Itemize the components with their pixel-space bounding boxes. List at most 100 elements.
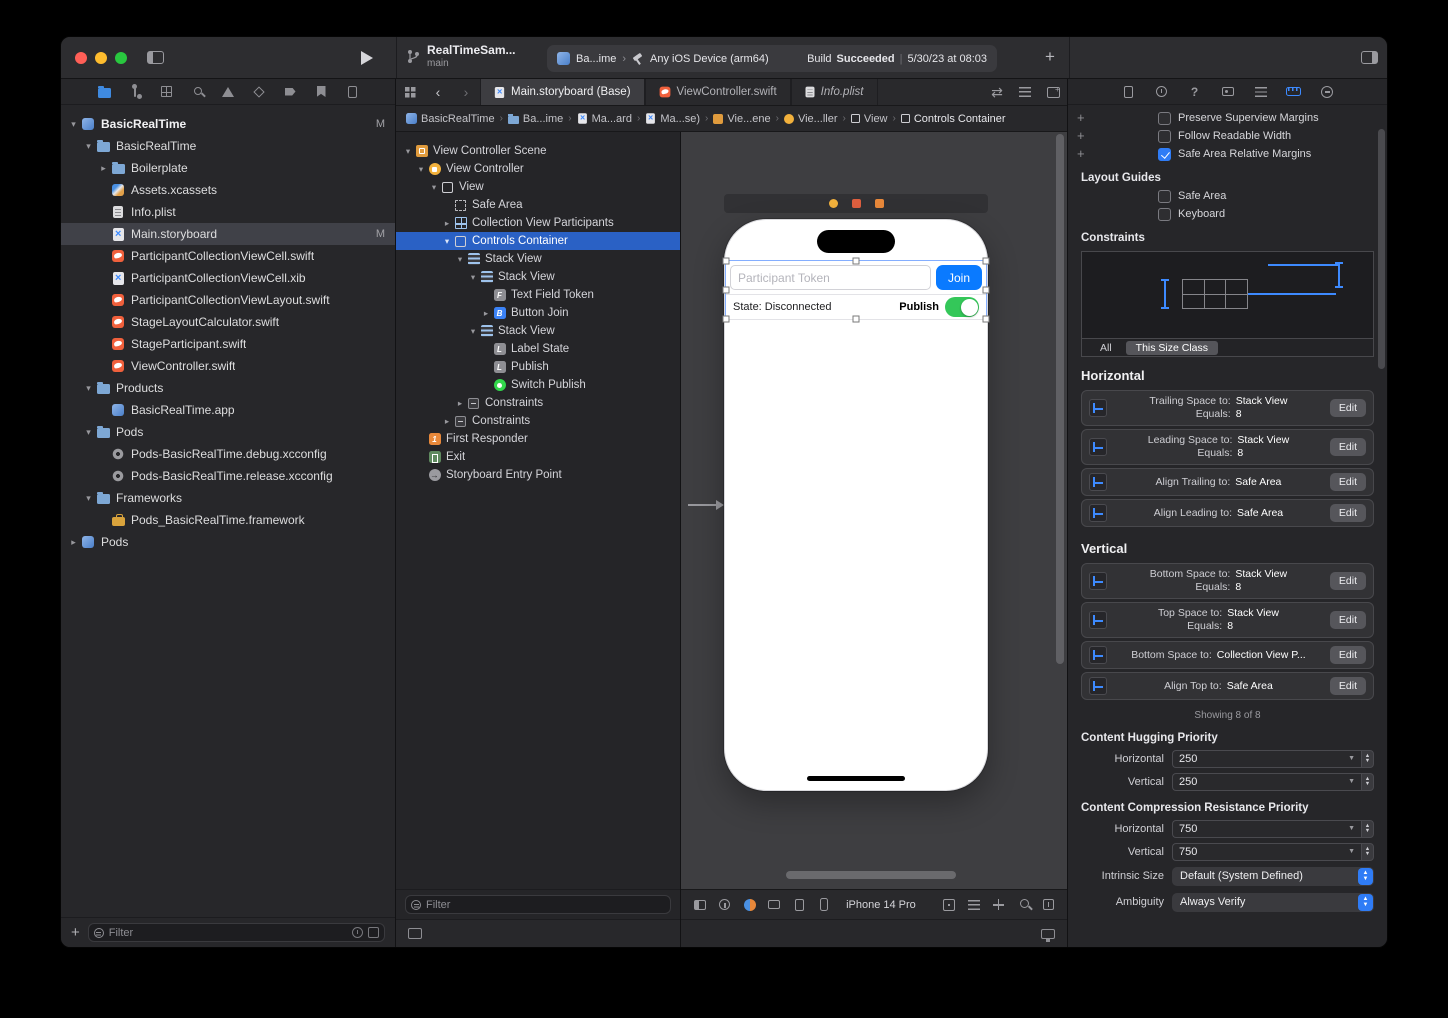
tab-all[interactable]: All — [1090, 341, 1122, 355]
orientation-portrait-icon[interactable] — [792, 898, 806, 912]
navigator-item-pods-debug-xcconfig[interactable]: Pods-BasicRealTime.debug.xcconfig — [61, 443, 395, 465]
navigator-item-cell-xib[interactable]: ParticipantCollectionViewCell.xib — [61, 267, 395, 289]
breadcrumb-storyboard-base[interactable]: Ma...se) — [645, 112, 700, 125]
orientation-landscape-icon[interactable] — [768, 898, 782, 912]
history-inspector-icon[interactable] — [1154, 84, 1170, 100]
hugging-vertical-field[interactable]: 250▼ — [1172, 773, 1361, 791]
disclosure-triangle[interactable]: ▾ — [82, 383, 95, 394]
navigator-item-layout-swift[interactable]: ParticipantCollectionViewLayout.swift — [61, 289, 395, 311]
viewfinder-icon[interactable] — [942, 898, 956, 912]
add-file-button[interactable]: + — [71, 924, 80, 941]
code-review-icon[interactable]: ⇄ — [983, 79, 1011, 105]
selection-handle[interactable] — [723, 316, 730, 323]
library-add-button[interactable]: + — [1045, 47, 1055, 67]
view-controller-dock-icon[interactable] — [829, 199, 838, 208]
edit-button[interactable]: Edit — [1330, 473, 1366, 491]
selection-handle[interactable] — [723, 258, 730, 265]
constraints-preview[interactable] — [1081, 251, 1374, 339]
outline-item-stack-view[interactable]: ▾Stack View — [396, 322, 680, 340]
run-button[interactable] — [361, 51, 373, 65]
selection-handle[interactable] — [853, 258, 860, 265]
edit-button[interactable]: Edit — [1330, 399, 1366, 417]
scheme-name[interactable]: Ba...ime — [576, 53, 616, 65]
constraint-row-bottom-space[interactable]: Bottom Space to:Stack ViewEquals:8 Edit — [1081, 563, 1374, 599]
zoom-icon[interactable] — [1016, 898, 1030, 912]
outline-item-text-field-token[interactable]: Text Field Token — [396, 286, 680, 304]
disclosure-triangle[interactable]: ▾ — [428, 182, 440, 193]
navigator-item-assets[interactable]: Assets.xcassets — [61, 179, 395, 201]
breadcrumb-storyboard[interactable]: Ma...ard — [577, 112, 632, 125]
disclosure-triangle[interactable]: ▾ — [467, 326, 479, 337]
disclosure-triangle[interactable]: ▾ — [402, 146, 414, 157]
hugging-horizontal-field[interactable]: 250▼ — [1172, 750, 1361, 768]
join-button[interactable]: Join — [936, 265, 982, 290]
constraint-row-align-trailing[interactable]: Align Trailing to:Safe Area Edit — [1081, 468, 1374, 496]
horizontal-scrollbar[interactable] — [786, 871, 956, 879]
forward-button[interactable]: › — [452, 79, 480, 105]
file-inspector-icon[interactable] — [1121, 84, 1137, 100]
reports-icon[interactable] — [345, 85, 359, 99]
outline-item-switch-publish[interactable]: Switch Publish — [396, 376, 680, 394]
toggle-inspector-icon[interactable] — [1361, 51, 1378, 64]
source-control-icon[interactable] — [128, 85, 142, 99]
tab-info-plist[interactable]: Info.plist — [791, 79, 878, 105]
disclosure-triangle[interactable]: ▾ — [67, 119, 80, 130]
issues-icon[interactable] — [221, 85, 235, 99]
disclosure-triangle[interactable]: ▸ — [441, 416, 453, 427]
constraint-row-leading[interactable]: Leading Space to:Stack ViewEquals:8 Edit — [1081, 429, 1374, 465]
add-row-icon[interactable]: + — [1077, 110, 1085, 125]
controls-container-selection[interactable]: Join State: Disconnected Publish — [725, 260, 987, 320]
edit-button[interactable]: Edit — [1330, 572, 1366, 590]
navigator-filter[interactable] — [88, 923, 385, 942]
snapshot-icon[interactable] — [1041, 898, 1055, 912]
navigator-item-stagelayoutcalculator[interactable]: StageLayoutCalculator.swift — [61, 311, 395, 333]
activity-status-bar[interactable]: Ba...ime › Any iOS Device (arm64) Build … — [547, 45, 997, 72]
navigator-item-main-storyboard[interactable]: Main.storyboardM — [61, 223, 395, 245]
navigator-item-app-product[interactable]: BasicRealTime.app — [61, 399, 395, 421]
hide-outline-icon[interactable] — [408, 928, 422, 939]
outline-item-stack-view[interactable]: ▾Stack View — [396, 250, 680, 268]
device-icon[interactable] — [817, 898, 831, 912]
outline-item-constraints[interactable]: ▸Constraints — [396, 412, 680, 430]
selection-handle[interactable] — [723, 287, 730, 294]
safe-area-relative-margins-checkbox[interactable] — [1158, 148, 1171, 161]
display-icon[interactable] — [1041, 929, 1055, 939]
navigator-item-pods-group[interactable]: ▾Pods — [61, 421, 395, 443]
source-control-filter-icon[interactable] — [368, 927, 379, 938]
tab-viewcontroller-swift[interactable]: ViewController.swift — [645, 79, 791, 105]
outline-item-collection-view[interactable]: ▸Collection View Participants — [396, 214, 680, 232]
add-row-icon[interactable]: + — [1077, 128, 1085, 143]
publish-switch[interactable] — [945, 297, 979, 317]
disclosure-triangle[interactable]: ▾ — [82, 493, 95, 504]
symbols-icon[interactable] — [159, 85, 173, 99]
constraint-row-align-top[interactable]: Align Top to:Safe Area Edit — [1081, 672, 1374, 700]
navigator-item-products[interactable]: ▾Products — [61, 377, 395, 399]
search-icon[interactable] — [190, 85, 204, 99]
keyboard-guide-checkbox[interactable] — [1158, 208, 1171, 221]
selection-handle[interactable] — [983, 258, 990, 265]
ambiguity-dropdown[interactable]: Always Verify ▲▼ — [1172, 893, 1374, 912]
outline-item-entry-point[interactable]: Storyboard Entry Point — [396, 466, 680, 484]
disclosure-triangle[interactable]: ▾ — [82, 141, 95, 152]
selection-handle[interactable] — [983, 316, 990, 323]
outline-toggle-icon[interactable] — [693, 898, 707, 912]
outline-item-view[interactable]: ▾View — [396, 178, 680, 196]
connections-inspector-icon[interactable] — [1319, 84, 1335, 100]
add-row-icon[interactable]: + — [1077, 146, 1085, 161]
disclosure-triangle[interactable]: ▸ — [480, 308, 492, 319]
breadcrumb-project[interactable]: BasicRealTime — [406, 113, 495, 125]
tests-icon[interactable] — [252, 85, 266, 99]
outline-item-view-controller[interactable]: ▾View Controller — [396, 160, 680, 178]
navigator-item-pods-project[interactable]: ▸Pods — [61, 531, 395, 553]
edit-button[interactable]: Edit — [1330, 504, 1366, 522]
outline-filter-input[interactable] — [426, 899, 665, 911]
appearance-icon[interactable] — [743, 898, 757, 912]
storyboard-entry-arrow[interactable] — [688, 504, 717, 506]
outline-item-label-publish[interactable]: Publish — [396, 358, 680, 376]
stepper[interactable]: ▲▼ — [1361, 750, 1374, 768]
edit-button[interactable]: Edit — [1330, 677, 1366, 695]
resize-icon[interactable] — [991, 898, 1005, 912]
disclosure-triangle[interactable]: ▸ — [441, 218, 453, 229]
align-top-constraint-line[interactable] — [1268, 264, 1338, 266]
identity-inspector-icon[interactable] — [1220, 84, 1236, 100]
